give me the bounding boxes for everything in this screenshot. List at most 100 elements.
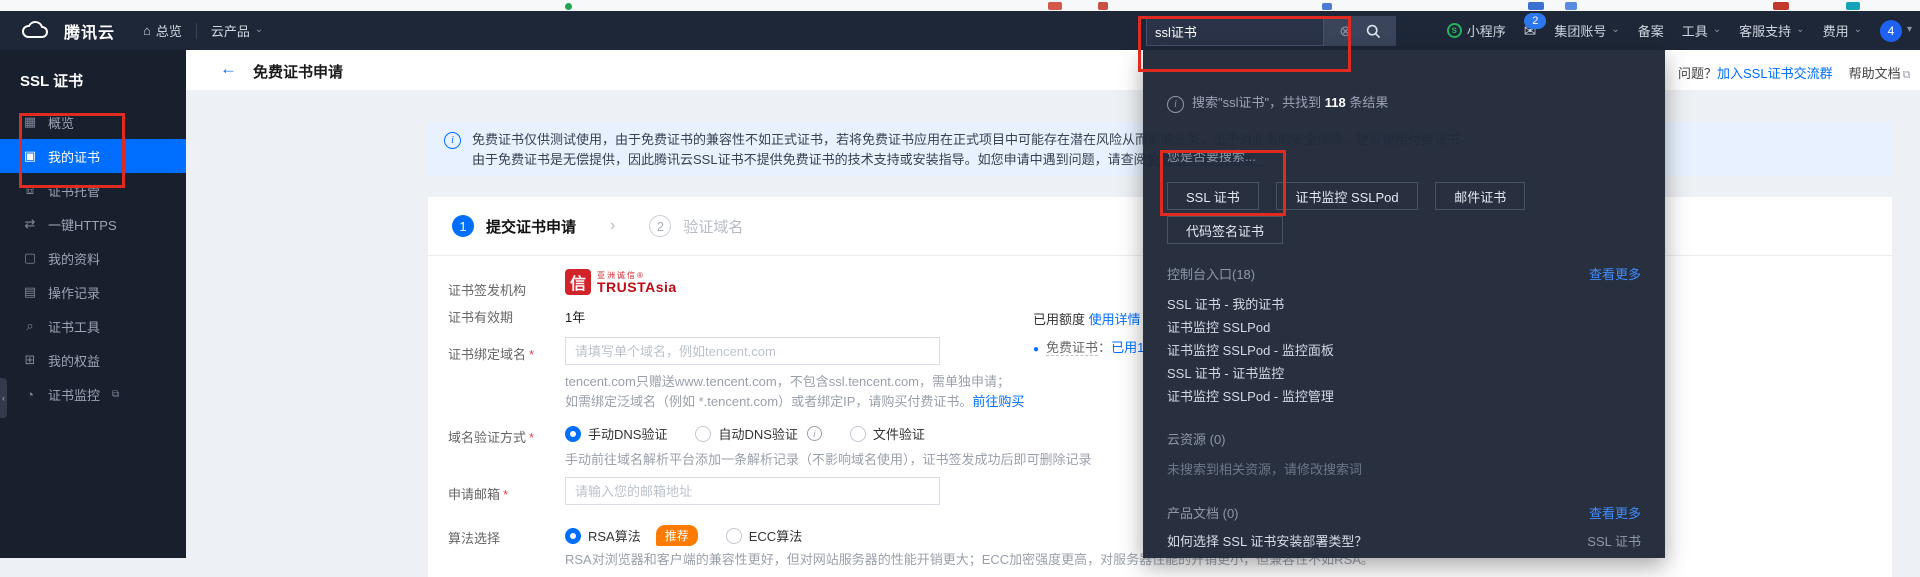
back-button[interactable]: ← bbox=[220, 59, 237, 79]
email-label: 申请邮箱* bbox=[448, 484, 508, 503]
algo-label: 算法选择 bbox=[448, 528, 500, 547]
sidebar-item-label: 我的权益 bbox=[48, 351, 100, 370]
docs-section-title: 产品文档 (0) bbox=[1167, 503, 1239, 522]
messages-button[interactable]: ✉ 2 bbox=[1524, 22, 1537, 40]
tencent-cloud-logo-icon bbox=[20, 21, 50, 41]
sidebar-item-cert-tools[interactable]: ⌕ 证书工具 bbox=[0, 309, 186, 343]
chevron-down-icon: ⌄ bbox=[1854, 24, 1862, 35]
nav-icp[interactable]: 备案 bbox=[1638, 21, 1664, 40]
sidebar-item-one-click-https[interactable]: ⇄ 一键HTTPS bbox=[0, 207, 186, 241]
trustasia-logo: 信 亚洲诚信® TRUSTAsia bbox=[565, 269, 677, 295]
validity-value: 1年 bbox=[565, 307, 585, 326]
quota-detail-link[interactable]: 使用详情 bbox=[1089, 312, 1141, 327]
sidebar-item-cert-monitor[interactable]: ◔ 证书监控 ⧉ bbox=[0, 377, 186, 411]
nav-group-account-label: 集团账号 bbox=[1554, 21, 1606, 40]
chip-email-cert[interactable]: 邮件证书 bbox=[1435, 182, 1525, 210]
sidebar-item-label: 证书工具 bbox=[48, 317, 100, 336]
chip-sslpod[interactable]: 证书监控 SSLPod bbox=[1276, 182, 1417, 210]
console-entry[interactable]: SSL 证书 - 证书监控 bbox=[1167, 363, 1284, 382]
page-title: 免费证书申请 bbox=[253, 61, 343, 82]
docs-see-more-link[interactable]: 查看更多 bbox=[1589, 503, 1641, 522]
radio-file-verify[interactable]: 文件验证 bbox=[850, 424, 925, 443]
sidebar-item-my-certificates[interactable]: ▣ 我的证书 bbox=[0, 139, 186, 173]
sidebar-item-label: 一键HTTPS bbox=[48, 215, 117, 234]
monitor-icon: ◔ bbox=[22, 387, 38, 402]
chevron-down-icon: ⌄ bbox=[1713, 24, 1721, 35]
issuer-label: 证书签发机构 bbox=[448, 280, 526, 299]
search-icon[interactable] bbox=[1366, 24, 1381, 39]
resource-empty-text: 未搜索到相关资源，请修改搜索词 bbox=[1167, 459, 1362, 478]
sidebar-item-operation-log[interactable]: ▤ 操作记录 bbox=[0, 275, 186, 309]
account-menu[interactable]: 4 ▾ bbox=[1880, 20, 1912, 42]
email-label-text: 申请邮箱 bbox=[448, 487, 500, 502]
radio-rsa[interactable]: RSA算法 推荐 bbox=[565, 525, 698, 546]
external-link-icon: ⧉ bbox=[1903, 69, 1911, 81]
doc-entry-label[interactable]: 如何选择 SSL 证书安装部署类型？ bbox=[1167, 531, 1367, 550]
radio-icon bbox=[695, 426, 711, 442]
radio-icon bbox=[850, 426, 866, 442]
verify-label: 域名验证方式* bbox=[448, 427, 534, 446]
brand-name[interactable]: 腾讯云 bbox=[64, 19, 115, 43]
global-search-input[interactable] bbox=[1146, 16, 1324, 46]
browser-fragment bbox=[1565, 2, 1577, 10]
sidebar-item-label: 证书监控 bbox=[48, 385, 100, 404]
join-group-link[interactable]: 加入SSL证书交流群 bbox=[1717, 66, 1833, 81]
console-entry[interactable]: 证书监控 SSLPod bbox=[1167, 317, 1270, 336]
nav-mini-program[interactable]: s 小程序 bbox=[1447, 21, 1506, 40]
doc-entry: 如何选择 SSL 证书安装部署类型？ SSL 证书 bbox=[1167, 531, 1641, 550]
console-entry[interactable]: 证书监控 SSLPod - 监控面板 bbox=[1167, 340, 1334, 359]
radio-manual-dns[interactable]: 手动DNS验证 bbox=[565, 424, 667, 443]
nav-cloud-products[interactable]: 云产品 ⌄ bbox=[211, 21, 263, 40]
sidebar-item-cert-hosting[interactable]: ⧈ 证书托管 bbox=[0, 173, 186, 207]
nav-tools[interactable]: 工具 ⌄ bbox=[1682, 21, 1721, 40]
summary-prefix: 搜索"ssl证书"，共找到 bbox=[1192, 95, 1325, 110]
benefits-icon: ⊞ bbox=[22, 352, 38, 368]
console-see-more-link[interactable]: 查看更多 bbox=[1589, 264, 1641, 283]
sidebar-item-label: 操作记录 bbox=[48, 283, 100, 302]
help-prefix: 问题？ bbox=[1678, 66, 1717, 81]
help-doc-link[interactable]: 帮助文档⧉ bbox=[1849, 66, 1911, 81]
clear-search-icon[interactable]: ⊗ bbox=[1339, 24, 1352, 39]
nav-icp-label: 备案 bbox=[1638, 21, 1664, 40]
step1-circle: 1 bbox=[452, 215, 474, 237]
console-entry[interactable]: 证书监控 SSLPod - 监控管理 bbox=[1167, 386, 1334, 405]
step-chevron-icon: › bbox=[610, 217, 615, 235]
console-entry[interactable]: SSL 证书 - 我的证书 bbox=[1167, 294, 1284, 313]
browser-fragment bbox=[1098, 2, 1108, 10]
step2-circle: 2 bbox=[649, 215, 671, 237]
nav-group-account[interactable]: 集团账号 ⌄ bbox=[1554, 21, 1619, 40]
nav-overview-label: 总览 bbox=[156, 21, 182, 40]
nav-billing[interactable]: 费用 ⌄ bbox=[1823, 21, 1862, 40]
nav-overview[interactable]: ⌂ 总览 bbox=[143, 21, 182, 40]
radio-selected-icon bbox=[565, 528, 581, 544]
email-input[interactable] bbox=[565, 477, 940, 505]
sidebar-item-my-materials[interactable]: ▢ 我的资料 bbox=[0, 241, 186, 275]
overview-icon: ▦ bbox=[22, 114, 38, 130]
chip-ssl-cert[interactable]: SSL 证书 bbox=[1167, 182, 1259, 210]
radio-label: 手动DNS验证 bbox=[588, 424, 667, 443]
top-navbar: 腾讯云 ⌂ 总览 云产品 ⌄ ⊗ s 小程序 ✉ 2 集团 bbox=[0, 11, 1920, 50]
result-count: 118 bbox=[1325, 95, 1346, 110]
info-icon[interactable]: i bbox=[807, 426, 822, 441]
sidebar-item-overview[interactable]: ▦ 概览 bbox=[0, 105, 186, 139]
radio-ecc[interactable]: ECC算法 bbox=[726, 526, 802, 545]
sidebar-collapse-handle[interactable]: ‹ bbox=[0, 378, 7, 418]
browser-fragment bbox=[1048, 2, 1062, 10]
nav-support-label: 客服支持 bbox=[1739, 21, 1791, 40]
radio-auto-dns[interactable]: 自动DNS验证 i bbox=[695, 424, 821, 443]
chip-code-sign-cert[interactable]: 代码签名证书 bbox=[1167, 216, 1283, 244]
suggest-chips-row2: 代码签名证书 bbox=[1167, 216, 1297, 244]
go-purchase-link[interactable]: 前往购买 bbox=[972, 394, 1024, 409]
console-section-title: 控制台入口(18) bbox=[1167, 264, 1255, 283]
domain-input[interactable] bbox=[565, 337, 940, 365]
suggest-chips-row1: SSL 证书 证书监控 SSLPod 邮件证书 bbox=[1167, 182, 1539, 210]
resource-section-title: 云资源 (0) bbox=[1167, 429, 1226, 448]
sidebar-item-label: 概览 bbox=[48, 113, 74, 132]
quota-box: 已用额度 使用详情 ●免费证书：已用1 bbox=[1033, 309, 1144, 356]
info-icon: i bbox=[1167, 96, 1184, 113]
nav-support[interactable]: 客服支持 ⌄ bbox=[1739, 21, 1804, 40]
avatar[interactable]: 4 bbox=[1880, 20, 1902, 42]
folder-icon: ▢ bbox=[22, 250, 38, 266]
required-mark: * bbox=[529, 430, 534, 445]
sidebar-item-my-benefits[interactable]: ⊞ 我的权益 bbox=[0, 343, 186, 377]
